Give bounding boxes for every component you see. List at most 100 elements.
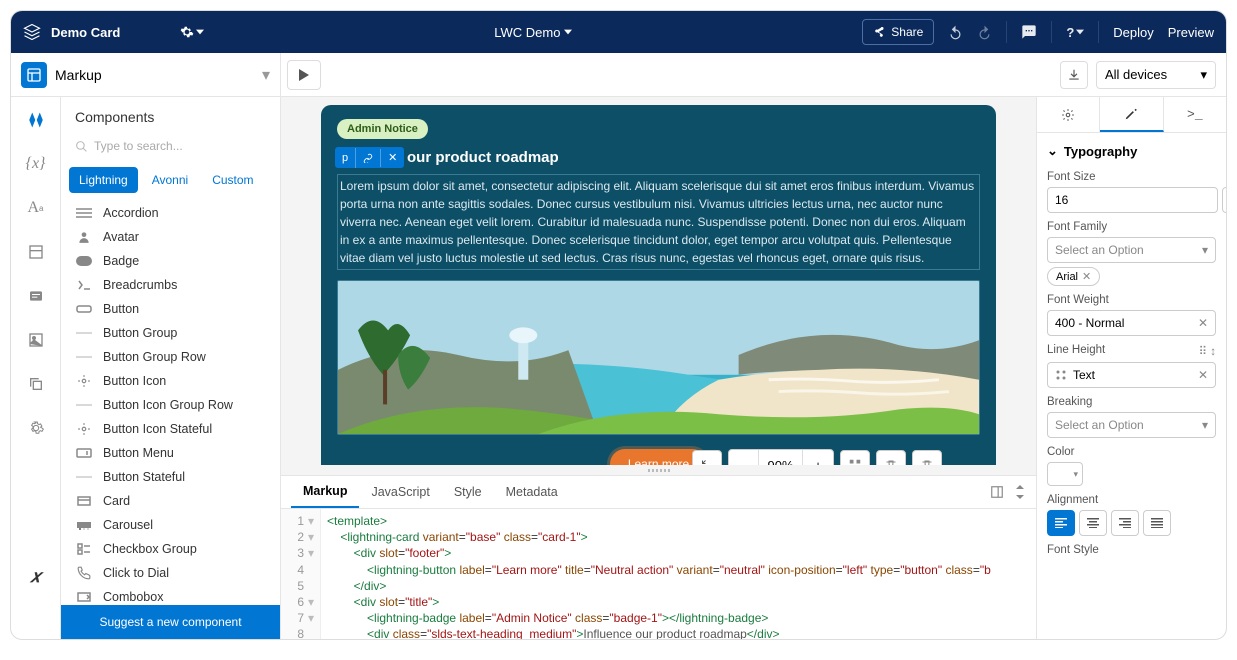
chevron-down-icon: ▾ <box>1200 67 1207 83</box>
undo-icon[interactable] <box>948 25 963 40</box>
resize-handle[interactable] <box>281 465 1036 475</box>
rail-layout-icon[interactable] <box>23 239 49 265</box>
component-icon <box>75 422 93 436</box>
component-item[interactable]: Breadcrumbs <box>67 273 274 297</box>
font-weight-select[interactable]: 400 - Normal✕ <box>1047 310 1216 336</box>
component-icon <box>75 542 93 556</box>
component-item[interactable]: Checkbox Group <box>67 537 274 561</box>
panel-expand-icon[interactable] <box>1014 485 1026 499</box>
card-body[interactable]: Lorem ipsum dolor sit amet, consectetur … <box>337 174 980 270</box>
component-item[interactable]: Click to Dial <box>67 561 274 585</box>
align-justify-button[interactable] <box>1143 510 1171 536</box>
component-item[interactable]: Card <box>67 489 274 513</box>
label-alignment: Alignment <box>1047 494 1216 506</box>
device-selector[interactable]: All devices ▾ <box>1096 61 1216 89</box>
component-item[interactable]: Button Group <box>67 321 274 345</box>
component-item[interactable]: Carousel <box>67 513 274 537</box>
share-button[interactable]: Share <box>862 19 934 45</box>
align-right-button[interactable] <box>1111 510 1139 536</box>
component-list: AccordionAvatarBadgeBreadcrumbsButtonBut… <box>61 201 280 605</box>
selection-link-icon[interactable] <box>356 149 381 167</box>
redo-icon[interactable] <box>977 25 992 40</box>
component-item[interactable]: Button Stateful <box>67 465 274 489</box>
component-item[interactable]: Button Menu <box>67 441 274 465</box>
font-size-input[interactable] <box>1047 187 1218 213</box>
stack-icon[interactable] <box>23 23 41 41</box>
component-item[interactable]: Avatar <box>67 225 274 249</box>
admin-badge: Admin Notice <box>337 119 428 139</box>
component-item[interactable]: Button <box>67 297 274 321</box>
component-icon <box>75 590 93 604</box>
panel-layout-icon[interactable] <box>990 485 1004 499</box>
align-left-button[interactable] <box>1047 510 1075 536</box>
font-family-chip: Arial✕ <box>1047 267 1100 286</box>
canvas[interactable]: Admin Notice Influence our product roadm… <box>281 97 1036 465</box>
chat-icon[interactable] <box>1021 24 1037 40</box>
deploy-button[interactable]: Deploy <box>1113 25 1153 40</box>
project-dropdown[interactable]: LWC Demo <box>204 25 862 40</box>
align-center-button[interactable] <box>1079 510 1107 536</box>
collapse-button[interactable] <box>692 450 722 465</box>
tab-style[interactable]: Style <box>442 477 494 507</box>
component-item[interactable]: Accordion <box>67 201 274 225</box>
tab-markup[interactable]: Markup <box>291 476 359 508</box>
delete-button-2[interactable] <box>912 450 942 465</box>
line-height-select[interactable]: Text ✕ <box>1047 362 1216 388</box>
delete-button[interactable] <box>876 450 906 465</box>
tab-custom[interactable]: Custom <box>202 167 263 193</box>
project-name: LWC Demo <box>494 25 560 40</box>
zoom-in-button[interactable]: + <box>803 450 833 465</box>
search-icon <box>75 140 88 153</box>
tab-javascript[interactable]: JavaScript <box>359 477 441 507</box>
typography-section[interactable]: ⌄ Typography <box>1037 133 1226 167</box>
selection-close-icon[interactable]: ✕ <box>381 147 404 168</box>
component-icon <box>75 302 93 316</box>
clear-icon[interactable]: ✕ <box>1198 316 1208 330</box>
rp-tab-console[interactable]: >_ <box>1164 97 1226 132</box>
breaking-select[interactable]: Select an Option▾ <box>1047 412 1216 438</box>
topbar: Demo Card LWC Demo Share <box>11 11 1226 53</box>
tab-avonni[interactable]: Avonni <box>142 167 198 193</box>
clear-icon[interactable]: ✕ <box>1198 368 1208 382</box>
search-input[interactable]: Type to search... <box>61 133 280 159</box>
layout-icon <box>21 62 47 88</box>
rail-variables-icon[interactable]: {x} <box>23 151 49 177</box>
font-size-unit[interactable]: px▾ <box>1222 187 1226 213</box>
component-item[interactable]: Button Icon Stateful <box>67 417 274 441</box>
grid-button[interactable] <box>840 450 870 465</box>
settings-dropdown[interactable] <box>180 25 204 39</box>
color-picker[interactable]: ▾ <box>1047 462 1083 486</box>
rp-tab-settings[interactable] <box>1037 97 1100 132</box>
font-family-select[interactable]: Select an Option▾ <box>1047 237 1216 263</box>
component-item[interactable]: Combobox <box>67 585 274 605</box>
suggest-button[interactable]: Suggest a new component <box>61 605 280 639</box>
rail-settings-icon[interactable] <box>23 415 49 441</box>
tab-lightning[interactable]: Lightning <box>69 167 138 193</box>
view-label: Markup <box>55 67 254 83</box>
rail-copy-icon[interactable] <box>23 371 49 397</box>
selection-tag-label[interactable]: p <box>335 148 356 168</box>
zoom-out-button[interactable]: − <box>729 450 759 465</box>
rail-image-icon[interactable] <box>23 327 49 353</box>
card-image[interactable] <box>337 280 980 435</box>
label-font-size: Font Size <box>1047 171 1216 183</box>
preview-button[interactable]: Preview <box>1168 25 1214 40</box>
rail-typography-icon[interactable]: Aa <box>23 195 49 221</box>
page-title: Demo Card <box>51 25 120 40</box>
run-button[interactable] <box>287 60 321 90</box>
rail-text-icon[interactable] <box>23 283 49 309</box>
rp-tab-styles[interactable] <box>1100 97 1163 132</box>
chip-remove-icon[interactable]: ✕ <box>1082 270 1091 283</box>
rail-function-icon[interactable]: 𝑥 <box>23 563 49 589</box>
component-item[interactable]: Badge <box>67 249 274 273</box>
download-button[interactable] <box>1060 61 1088 89</box>
help-dropdown[interactable]: ? <box>1066 25 1084 40</box>
component-item[interactable]: Button Group Row <box>67 345 274 369</box>
view-selector[interactable]: Markup ▾ <box>11 53 281 96</box>
code-editor[interactable]: 1▾2▾3▾456▾7▾8910▾11 <template> <lightnin… <box>281 509 1036 639</box>
component-item[interactable]: Button Icon <box>67 369 274 393</box>
component-item[interactable]: Button Icon Group Row <box>67 393 274 417</box>
rail-components-icon[interactable] <box>23 107 49 133</box>
component-icon <box>75 494 93 508</box>
tab-metadata[interactable]: Metadata <box>494 477 570 507</box>
